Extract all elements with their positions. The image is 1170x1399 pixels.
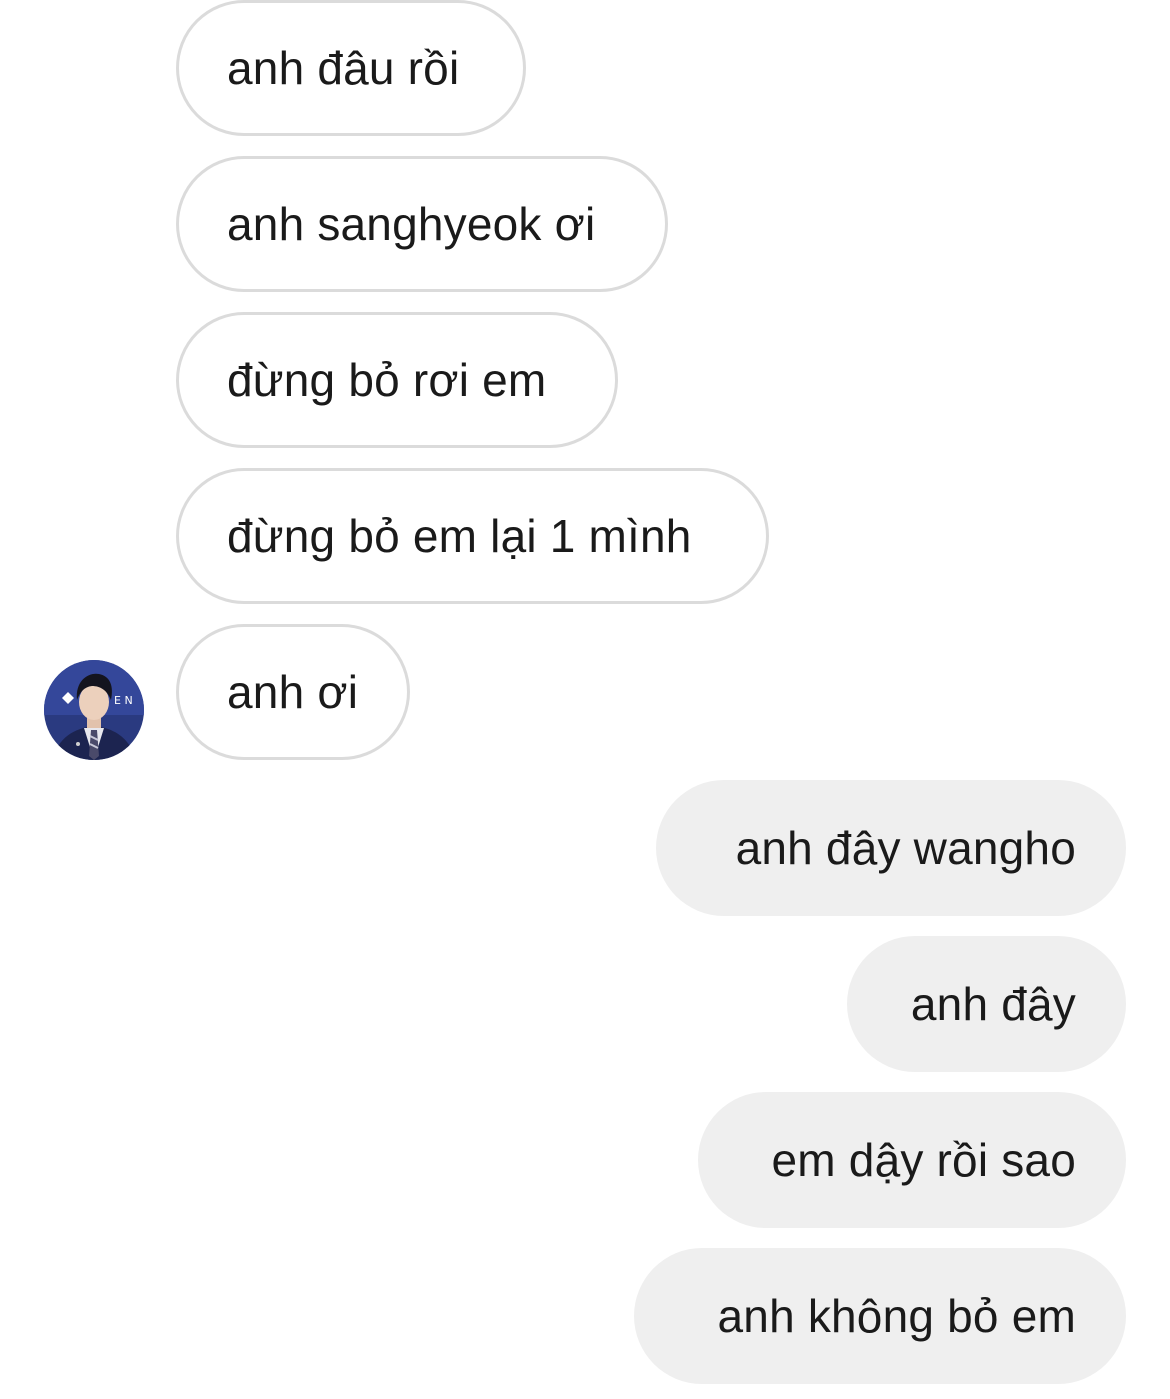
outgoing-message-bubble[interactable]: anh đây [847,936,1126,1072]
message-text: em dậy rồi sao [771,1134,1076,1186]
incoming-message-bubble[interactable]: anh sanghyeok ơi [176,156,668,292]
incoming-message-bubble[interactable]: anh ơi [176,624,410,760]
message-text: đừng bỏ rơi em [227,354,547,406]
message-text: anh ơi [227,666,359,718]
avatar-badge-text: E N [114,694,133,707]
profile-photo-icon: E N [44,660,144,760]
incoming-message-bubble[interactable]: đừng bỏ em lại 1 mình [176,468,769,604]
incoming-message-bubble[interactable]: đừng bỏ rơi em [176,312,618,448]
chat-thread: { "conversation": { "incoming_messages":… [0,0,1170,1399]
message-text: anh đâu rồi [227,42,460,94]
outgoing-message-bubble[interactable]: anh không bỏ em [634,1248,1126,1384]
message-text: anh sanghyeok ơi [227,198,596,250]
outgoing-message-bubble[interactable]: em dậy rồi sao [698,1092,1126,1228]
message-text: anh đây [910,978,1076,1030]
incoming-message-bubble[interactable]: anh đâu rồi [176,0,526,136]
message-text: anh đây wangho [735,822,1076,874]
message-text: anh không bỏ em [717,1290,1076,1342]
sender-avatar[interactable]: E N [44,660,144,760]
outgoing-message-bubble[interactable]: anh đây wangho [656,780,1126,916]
message-text: đừng bỏ em lại 1 mình [227,510,692,562]
